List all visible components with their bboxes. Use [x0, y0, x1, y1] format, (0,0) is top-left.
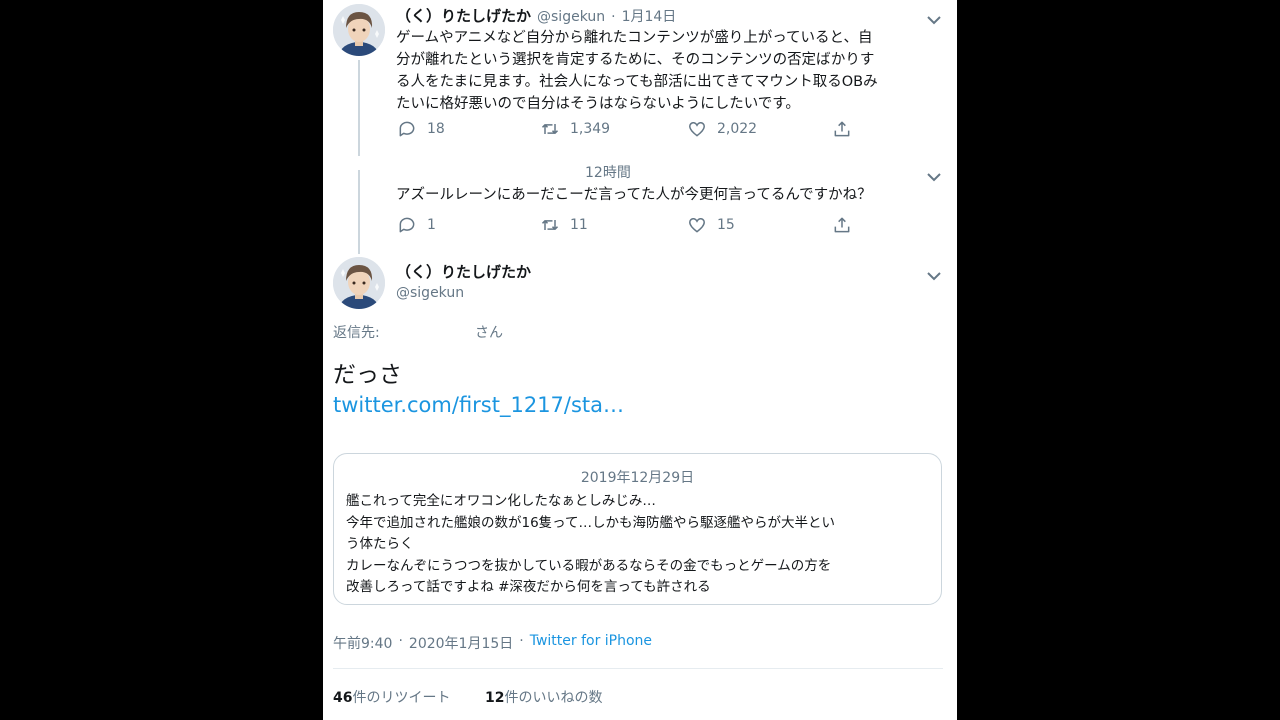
tweet-text-line: 分が離れたという選択を肯定するために、そのコンテンツの否定ばかりす	[396, 52, 875, 68]
like-action[interactable]: 15	[687, 215, 735, 235]
retweet-stat-count: 46	[333, 690, 353, 706]
tweet-date[interactable]: 2020年1月15日	[409, 633, 513, 653]
heart-icon	[688, 122, 706, 137]
retweet-action[interactable]: 11	[540, 215, 588, 235]
reply-icon	[399, 121, 415, 137]
main-tweet-text: だっさ	[333, 362, 402, 388]
tweet-text: アズールレーンにあーだこーだ言ってた人が今更何言ってるんですかね？	[396, 187, 872, 203]
tweet-time[interactable]: 12時間	[585, 162, 631, 182]
like-action[interactable]: 2,022	[687, 119, 757, 139]
reply-action[interactable]: 1	[397, 215, 436, 235]
reply-count: 18	[427, 121, 445, 137]
share-icon	[834, 217, 850, 233]
chevron-down-icon[interactable]	[927, 266, 941, 285]
quoted-tweet[interactable]: 2019年12月29日 艦これって完全にオワコン化したなぁとしみじみ… 今年で追…	[333, 453, 942, 605]
avatar[interactable]	[333, 257, 385, 309]
quoted-text-line: う体たらく	[346, 536, 414, 552]
retweet-icon	[541, 124, 559, 134]
like-stat-count: 12	[485, 690, 505, 706]
tweet-meta: 午前9:40 · 2020年1月15日 · Twitter for iPhone	[333, 633, 652, 653]
share-action[interactable]	[832, 119, 852, 139]
quoted-text-line: 艦これって完全にオワコン化したなぁとしみじみ…	[346, 493, 656, 509]
retweet-count: 11	[570, 217, 588, 233]
tweet-text-line: たいに格好悪いので自分はそうはならないようにしたいです。	[396, 96, 800, 112]
tweet-header: （く）りたしげたか @sigekun · 1月14日	[396, 5, 676, 26]
quoted-tweet-date: 2019年12月29日	[580, 470, 695, 486]
like-count: 2,022	[717, 121, 758, 137]
thread-line	[358, 170, 360, 254]
heart-icon	[688, 218, 706, 233]
avatar[interactable]	[333, 4, 385, 56]
handle[interactable]: @sigekun	[396, 285, 464, 301]
like-stat[interactable]: 12件のいいねの数	[485, 687, 602, 707]
like-stat-label: 件のいいねの数	[504, 690, 603, 706]
retweet-count: 1,349	[570, 121, 611, 137]
tweet-text: ゲームやアニメなど自分から離れたコンテンツが盛り上がっていると、自 分が離れたと…	[396, 27, 946, 115]
reply-to-label: 返信先:	[333, 325, 380, 341]
reply-to-suffix[interactable]: さん	[475, 322, 503, 342]
handle[interactable]: @sigekun	[537, 9, 605, 25]
retweet-stat[interactable]: 46件のリツイート	[333, 687, 450, 707]
retweet-action[interactable]: 1,349	[540, 119, 610, 139]
tweet-thread-panel: （く）りたしげたか @sigekun · 1月14日 ゲームやアニメなど自分から…	[323, 0, 957, 720]
separator: ·	[398, 633, 403, 649]
retweet-icon	[541, 220, 559, 230]
reply-action[interactable]: 18	[397, 119, 445, 139]
reply-icon	[399, 217, 415, 233]
reply-count: 1	[427, 217, 436, 233]
divider	[333, 668, 943, 669]
display-name[interactable]: （く）りたしげたか	[396, 261, 531, 282]
tweet-text-line: る人をたまに見ます。社会人になっても部活に出てきてマウント取るOBみ	[396, 74, 878, 90]
share-icon	[834, 121, 850, 137]
tweet-link[interactable]: twitter.com/first_1217/sta…	[333, 393, 624, 417]
separator: ·	[611, 9, 616, 25]
share-action[interactable]	[832, 215, 852, 235]
like-count: 15	[717, 217, 735, 233]
thread-line	[358, 60, 360, 156]
tweet-text-line: ゲームやアニメなど自分から離れたコンテンツが盛り上がっていると、自	[396, 30, 873, 46]
quoted-text-line: 今年で追加された艦娘の数が16隻って…しかも海防艦やら駆逐艦やらが大半とい	[346, 514, 836, 531]
tweet-time[interactable]: 午前9:40	[333, 633, 392, 653]
quoted-text-line: カレーなんぞにうつつを抜かしている暇があるならその金でもっとゲームの方を	[346, 557, 832, 574]
client-link[interactable]: Twitter for iPhone	[530, 633, 652, 653]
tweet-date[interactable]: 1月14日	[622, 6, 677, 26]
separator: ·	[519, 633, 524, 649]
quoted-tweet-text: 艦これって完全にオワコン化したなぁとしみじみ… 今年で追加された艦娘の数が16隻…	[346, 491, 936, 599]
display-name[interactable]: （く）りたしげたか	[396, 5, 531, 26]
quoted-text-line: 改善しろって話ですよね #深夜だから何を言っても許される	[346, 579, 711, 595]
retweet-stat-label: 件のリツイート	[352, 690, 451, 706]
